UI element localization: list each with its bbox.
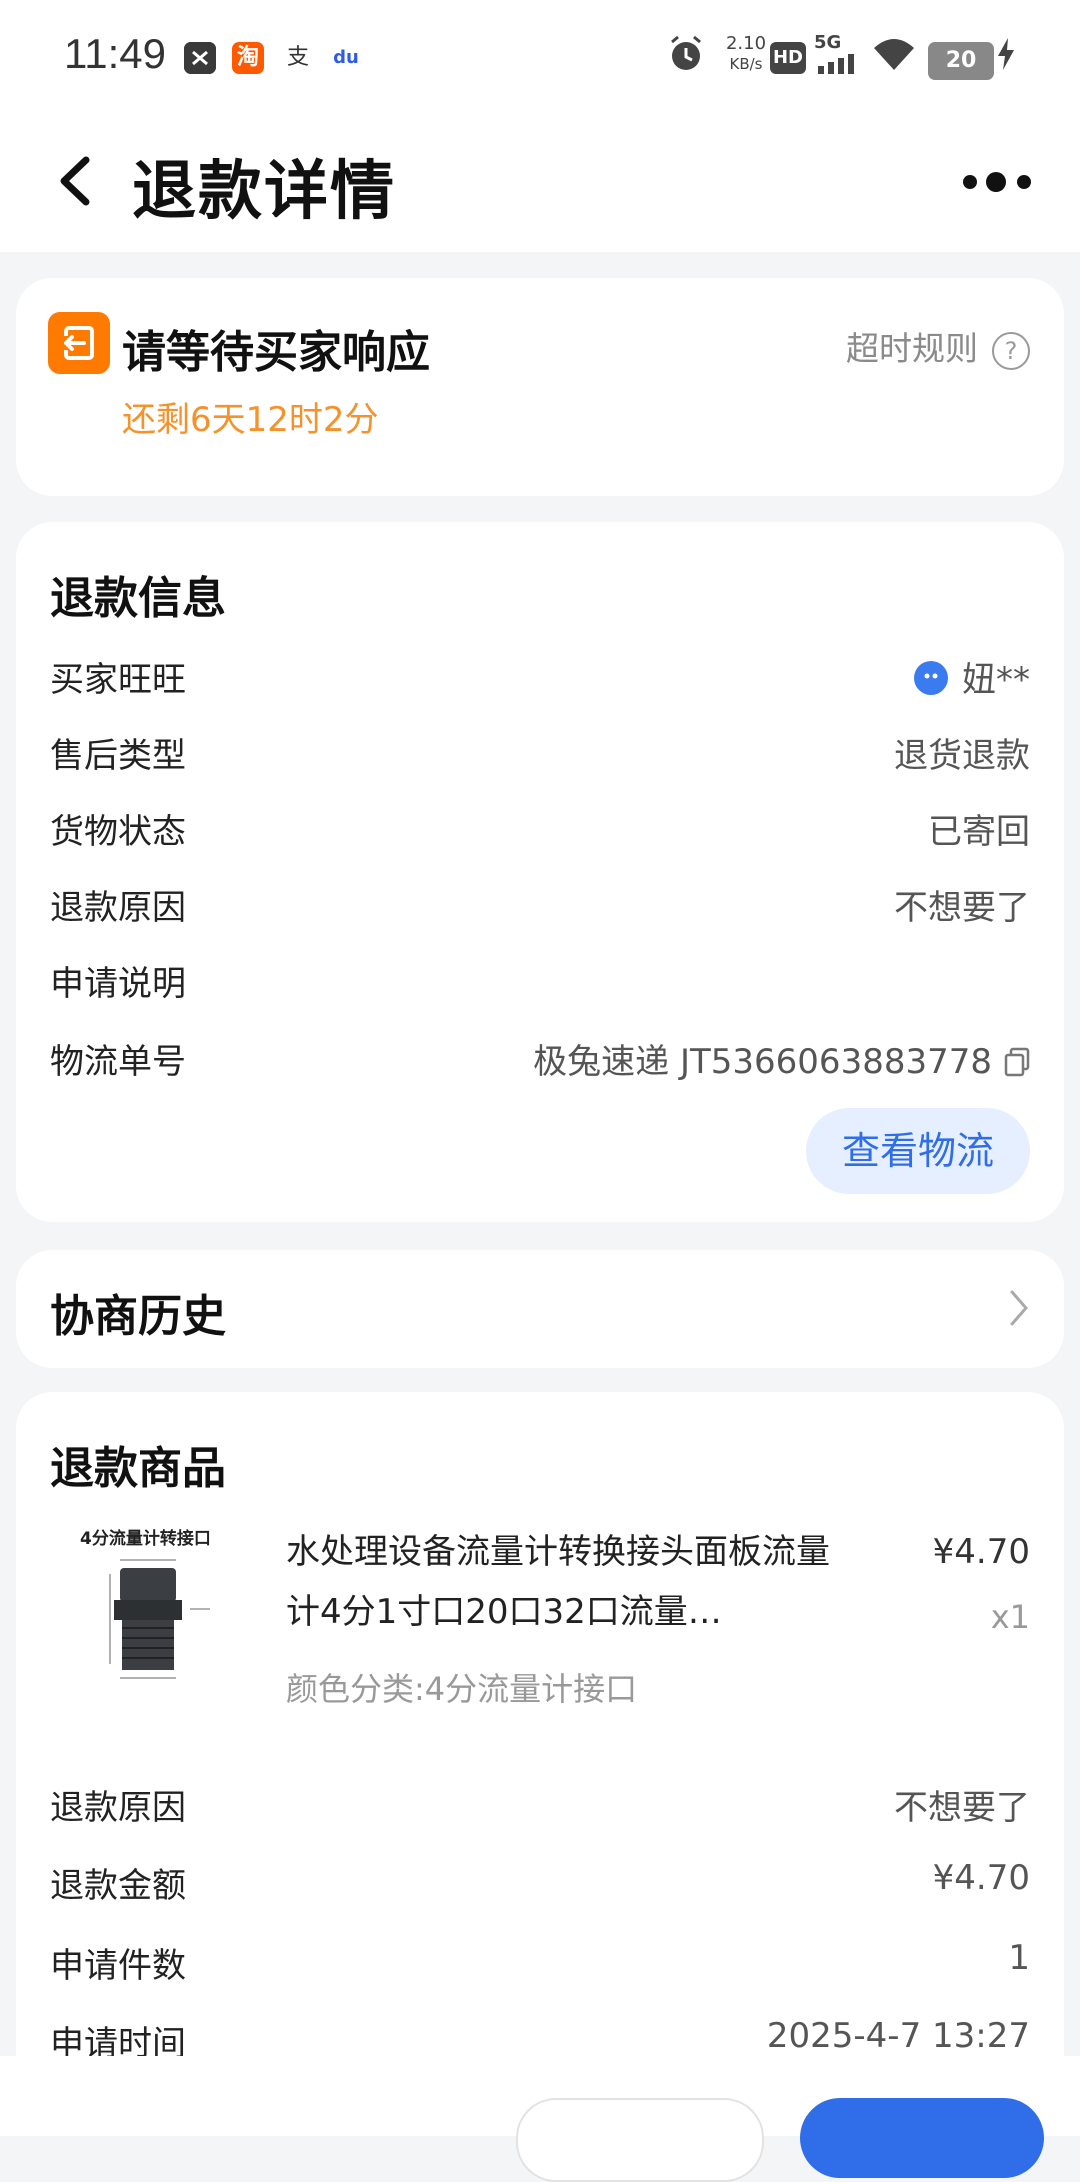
more-dots-icon [963, 172, 1031, 192]
chevron-left-icon [60, 156, 90, 206]
info-label: 售后类型 [50, 736, 186, 776]
charging-icon [996, 34, 1016, 84]
back-button[interactable] [48, 146, 104, 216]
wifi-icon [872, 34, 916, 84]
goods-row-reason: 退款原因 不想要了 [50, 1772, 1030, 1832]
refund-status-card: 请等待买家响应 还剩6天12时2分 超时规则? [16, 278, 1064, 496]
product-name[interactable]: 水处理设备流量计转换接头面板流量计4分1寸口20口32口流量… [286, 1522, 846, 1642]
help-icon: ? [992, 331, 1030, 370]
view-logistics-button[interactable]: 查看物流 [806, 1108, 1030, 1194]
refund-info-title: 退款信息 [50, 573, 226, 624]
info-row-goods-status: 货物状态 已寄回 [50, 796, 1030, 856]
goods-row-count: 申请件数 1 [50, 1930, 1030, 1990]
hd-icon: HD [770, 42, 806, 74]
goods-label: 退款原因 [50, 1788, 186, 1828]
page-title: 退款详情 [132, 155, 396, 229]
info-row-tracking: 物流单号 极兔速递 JT5366063883778 [50, 1026, 1030, 1086]
more-button[interactable] [962, 162, 1032, 202]
timeout-rules-label: 超时规则 [846, 329, 978, 368]
net-speed-value: 2.10 [725, 33, 767, 54]
signal-5g-icon: 5G [814, 34, 864, 84]
info-label: 物流单号 [50, 1042, 186, 1082]
tracking-number-text: 极兔速递 JT5366063883778 [533, 1042, 992, 1082]
negotiation-history-title: 协商历史 [50, 1291, 226, 1342]
status-bar: 11:49 淘 支 du 2.10 KB/s HD 5G 20 [0, 0, 1080, 116]
chevron-right-icon [1008, 1286, 1030, 1330]
refund-goods-title: 退款商品 [50, 1443, 226, 1494]
fitting-image [109, 1559, 210, 1679]
info-row-buyer: 买家旺旺 妞** [50, 644, 1030, 704]
network-type-label: 5G [814, 32, 842, 53]
buyer-name: 妞** [962, 660, 1030, 700]
taobao-icon: 淘 [232, 42, 264, 74]
product-sku: 颜色分类:4分流量计接口 [286, 1670, 638, 1708]
goods-row-amount: 退款金额 ¥4.70 [50, 1850, 1030, 1910]
refund-info-card: 退款信息 买家旺旺 妞** 售后类型 退货退款 货物状态 已寄回 退款原因 不想… [16, 522, 1064, 1222]
info-label: 货物状态 [50, 812, 186, 852]
product-thumbnail[interactable]: 4分流量计转接口 [50, 1514, 260, 1714]
goods-value: 1 [1008, 1938, 1030, 1978]
negotiation-history-row[interactable]: 协商历史 [16, 1250, 1064, 1368]
refund-return-icon [48, 312, 110, 374]
wangwang-chat-icon [914, 661, 948, 695]
info-label: 申请说明 [50, 964, 186, 1004]
nav-bar: 退款详情 [0, 116, 1080, 252]
refund-goods-card: 退款商品 4分流量计转接口 水处理设备流量计转换接头面板流量计4分1寸口20口3… [16, 1392, 1064, 2136]
info-row-description: 申请说明 [50, 948, 1030, 1008]
goods-label: 退款金额 [50, 1866, 186, 1906]
status-time: 11:49 [64, 30, 166, 77]
info-row-reason: 退款原因 不想要了 [50, 872, 1030, 932]
goods-label: 申请件数 [50, 1946, 186, 1986]
info-row-type: 售后类型 退货退款 [50, 720, 1030, 780]
net-speed-unit: KB/s [729, 55, 763, 73]
copy-icon[interactable] [1004, 1046, 1030, 1077]
secondary-action-button[interactable] [516, 2098, 764, 2182]
status-title: 请等待买家响应 [122, 327, 430, 378]
status-countdown: 还剩6天12时2分 [122, 400, 379, 440]
info-value: 不想要了 [894, 888, 1030, 928]
info-value: 已寄回 [928, 812, 1030, 852]
baidu-icon: du [333, 47, 359, 68]
net-speed: 2.10 KB/s [716, 34, 776, 84]
tools-icon [184, 42, 216, 74]
goods-value: 2025-4-7 13:27 [766, 2016, 1030, 2056]
battery-icon: 20 [928, 42, 994, 80]
goods-value: 不想要了 [894, 1788, 1030, 1828]
primary-action-button[interactable] [800, 2098, 1044, 2178]
info-label: 买家旺旺 [50, 660, 186, 700]
product-price: ¥4.70 [932, 1532, 1030, 1572]
alipay-icon: 支 [286, 45, 309, 70]
info-label: 退款原因 [50, 888, 186, 928]
tracking-number[interactable]: 极兔速递 JT5366063883778 [533, 1034, 1030, 1083]
alarm-icon [668, 34, 704, 84]
buyer-wangwang[interactable]: 妞** [914, 652, 1030, 701]
timeout-rules-link[interactable]: 超时规则? [846, 322, 1030, 370]
product-quantity: x1 [990, 1598, 1030, 1636]
goods-value: ¥4.70 [932, 1858, 1030, 1898]
info-value: 退货退款 [894, 736, 1030, 776]
